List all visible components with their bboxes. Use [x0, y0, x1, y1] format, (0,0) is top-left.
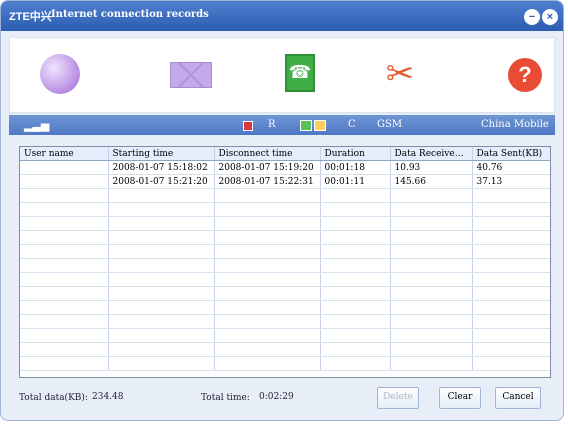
- total-data-label: Total data(KB):: [19, 393, 88, 403]
- empty-row: [20, 286, 550, 301]
- message-status-icon: [243, 121, 253, 131]
- delete-button[interactable]: Delete: [377, 387, 419, 409]
- cell-disconnect-time: 2008-01-07 15:22:31: [214, 174, 321, 189]
- close-icon[interactable]: ×: [542, 9, 558, 25]
- cell-data-sent: 37.13: [472, 174, 550, 189]
- empty-row: [20, 314, 550, 329]
- roaming-status: R: [268, 119, 276, 130]
- envelope-icon[interactable]: [170, 62, 212, 88]
- total-data-value: 234.48: [92, 392, 124, 402]
- cell-duration: 00:01:18: [320, 160, 391, 175]
- status-bar: ▂▃▅ R C GSM China Mobile: [9, 115, 555, 135]
- cell-starting-time: 2008-01-07 15:21:20: [108, 174, 215, 189]
- cell-user-name: [20, 160, 109, 175]
- globe-icon[interactable]: [40, 54, 80, 94]
- table-header: User name Starting time Disconnect time …: [20, 147, 550, 161]
- cell-data-received: 145.66: [390, 174, 473, 189]
- empty-row: [20, 244, 550, 259]
- empty-row: [20, 216, 550, 231]
- title-bar: ZTE中兴 Internet connection records − ×: [1, 1, 563, 31]
- empty-row: [20, 258, 550, 273]
- signal-icon: ▂▃▅: [24, 119, 50, 132]
- cell-data-received: 10.93: [390, 160, 473, 175]
- column-duration[interactable]: Duration: [320, 147, 391, 161]
- empty-row: [20, 230, 550, 245]
- table-row[interactable]: 2008-01-07 15:21:20 2008-01-07 15:22:31 …: [20, 174, 550, 189]
- empty-row: [20, 356, 550, 371]
- total-time-value: 0:02:29: [259, 392, 294, 402]
- empty-row: [20, 188, 550, 203]
- tools-icon[interactable]: ✂: [380, 54, 420, 94]
- help-icon[interactable]: ?: [508, 58, 542, 92]
- cell-disconnect-time: 2008-01-07 15:19:20: [214, 160, 321, 175]
- column-user-name[interactable]: User name: [20, 147, 109, 161]
- table-row[interactable]: 2008-01-07 15:18:02 2008-01-07 15:19:20 …: [20, 160, 550, 175]
- phonebook-icon[interactable]: ☎: [285, 54, 315, 92]
- window-title: Internet connection records: [51, 9, 209, 20]
- empty-row: [20, 272, 550, 287]
- empty-row: [20, 328, 550, 343]
- clear-button[interactable]: Clear: [439, 387, 481, 409]
- total-time-label: Total time:: [201, 393, 250, 403]
- brand-logo: ZTE中兴: [9, 11, 52, 23]
- cell-data-sent: 40.76: [472, 160, 550, 175]
- cell-starting-time: 2008-01-07 15:18:02: [108, 160, 215, 175]
- column-disconnect-time[interactable]: Disconnect time: [214, 147, 321, 161]
- network-status-icon: [300, 120, 312, 131]
- minimize-icon[interactable]: −: [524, 9, 540, 25]
- empty-row: [20, 300, 550, 315]
- column-data-sent[interactable]: Data Sent(KB): [472, 147, 550, 161]
- empty-row: [20, 202, 550, 217]
- sim-status-icon: [314, 120, 326, 131]
- connection-records-window: ZTE中兴 Internet connection records − × ☎ …: [0, 0, 564, 421]
- cell-user-name: [20, 174, 109, 189]
- network-type: GSM: [377, 119, 403, 130]
- toolbar: ☎ ✂ ?: [9, 37, 555, 113]
- cancel-button[interactable]: Cancel: [495, 387, 541, 409]
- connection-status: C: [348, 119, 356, 130]
- empty-row: [20, 342, 550, 357]
- column-data-received[interactable]: Data Received(...: [390, 147, 473, 161]
- records-table[interactable]: User name Starting time Disconnect time …: [19, 146, 551, 378]
- operator-name: China Mobile: [481, 119, 549, 130]
- cell-duration: 00:01:11: [320, 174, 391, 189]
- column-starting-time[interactable]: Starting time: [108, 147, 215, 161]
